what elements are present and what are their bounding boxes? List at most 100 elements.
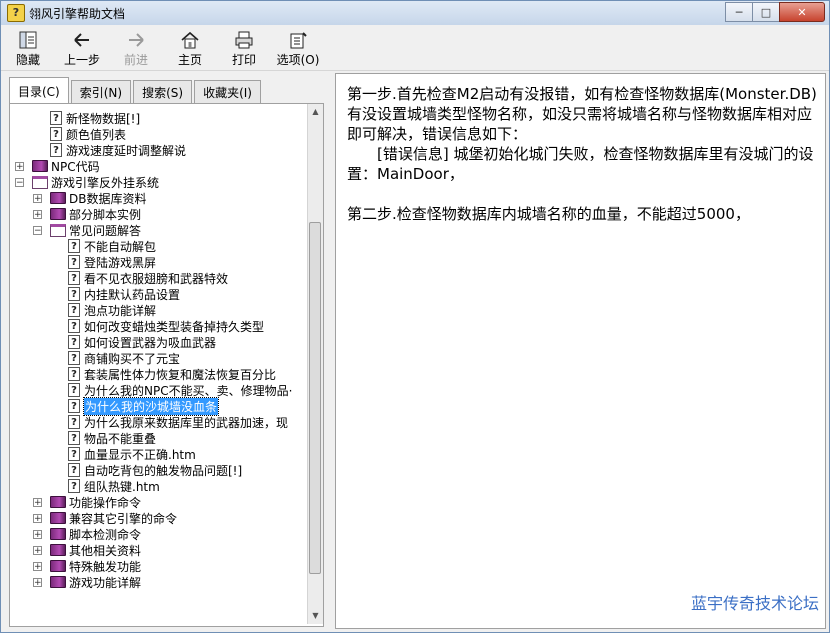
tree-item-label: 血量显示不正确.htm [84, 447, 196, 462]
scroll-up-icon[interactable]: ▲ [308, 104, 323, 120]
tree-item[interactable]: ? 血量显示不正确.htm [68, 446, 196, 462]
tree-item[interactable]: ? 游戏速度延时调整解说 [50, 142, 186, 158]
tree-item[interactable]: − 游戏引擎反外挂系统 [15, 174, 159, 190]
minimize-button[interactable]: ─ [725, 2, 753, 22]
close-button[interactable]: ✕ [779, 2, 825, 22]
tree-item[interactable]: ? 新怪物数据[!] [50, 110, 140, 126]
home-button[interactable]: 主页 [163, 26, 217, 70]
tree-item[interactable]: ? 颜色值列表 [50, 126, 126, 142]
closed-book-icon [50, 496, 66, 508]
collapse-icon[interactable]: − [15, 178, 24, 188]
closed-book-icon [50, 512, 66, 524]
tree-item[interactable]: ? 组队热键.htm [68, 478, 160, 494]
tree-item-label: 套装属性体力恢复和魔法恢复百分比 [84, 367, 277, 382]
tree-item[interactable]: + 部分脚本实例 [33, 206, 141, 222]
tab-favorites[interactable]: 收藏夹(I) [194, 80, 261, 103]
tree-scrollbar[interactable]: ▲ ▼ [307, 104, 323, 624]
step-one-text: 第一步.首先检查M2启动有没报错，如有检查怪物数据库(Monster.DB)有没… [347, 85, 817, 143]
expand-icon[interactable]: + [33, 514, 42, 524]
expand-icon[interactable]: + [33, 562, 42, 572]
tree-item-label: 常见问题解答 [69, 223, 142, 238]
tree-item-label: 看不见衣服翅膀和武器特效 [84, 271, 229, 286]
tree-item[interactable]: ? 如何改变蜡烛类型装备掉持久类型 [68, 318, 264, 334]
minimize-icon: ─ [735, 5, 743, 19]
tree-item[interactable]: + DB数据库资料 [33, 190, 146, 206]
topic-content: 第一步.首先检查M2启动有没报错，如有检查怪物数据库(Monster.DB)有没… [347, 84, 817, 224]
back-arrow-icon [74, 33, 89, 47]
tree-item-label: 如何改变蜡烛类型装备掉持久类型 [84, 319, 265, 334]
tab-index[interactable]: 索引(N) [70, 80, 132, 103]
tree-item-label: 如何设置武器为吸血武器 [84, 335, 217, 350]
tree-item-label: 为什么我的NPC不能买、卖、修理物品· [84, 383, 293, 398]
expand-icon[interactable]: + [33, 194, 42, 204]
help-topic-icon: ? [68, 271, 80, 285]
tree-item-label: 脚本检测命令 [69, 527, 142, 542]
tab-search[interactable]: 搜索(S) [133, 80, 193, 103]
tree-item[interactable]: + NPC代码 [15, 158, 100, 174]
forward-button[interactable]: 前进 [109, 26, 163, 70]
tree-item[interactable]: ? 不能自动解包 [68, 238, 156, 254]
help-topic-icon: ? [68, 335, 80, 349]
tree-item[interactable]: + 其他相关资料 [33, 542, 141, 558]
close-icon: ✕ [797, 5, 807, 19]
expand-icon[interactable]: + [33, 210, 42, 220]
tab-contents[interactable]: 目录(C) [9, 77, 69, 104]
hide-icon [19, 31, 37, 49]
maximize-button[interactable]: □ [752, 2, 780, 22]
tree-item[interactable]: − 常见问题解答 [33, 222, 142, 238]
tree-item[interactable]: ? 泡点功能详解 [68, 302, 156, 318]
print-button[interactable]: 打印 [217, 26, 271, 70]
tree-item[interactable]: ? 内挂默认药品设置 [68, 286, 180, 302]
help-topic-icon: ? [50, 111, 62, 125]
expand-icon[interactable]: + [33, 578, 42, 588]
tree-item[interactable]: + 特殊触发功能 [33, 558, 141, 574]
tree-item-label: 不能自动解包 [84, 239, 157, 254]
expand-icon[interactable]: + [33, 530, 42, 540]
tree-item-label: 颜色值列表 [66, 127, 127, 142]
tree-item[interactable]: ? 为什么我的沙城墙没血条 [68, 396, 220, 416]
help-topic-icon: ? [68, 447, 80, 461]
tree-item[interactable]: + 兼容其它引擎的命令 [33, 510, 177, 526]
tree-item[interactable]: ? 商铺购买不了元宝 [68, 350, 180, 366]
help-topic-icon: ? [68, 351, 80, 365]
collapse-icon[interactable]: − [33, 226, 42, 236]
tree-item[interactable]: ? 为什么我的NPC不能买、卖、修理物品· [68, 382, 292, 398]
help-topic-icon: ? [68, 255, 80, 269]
expand-icon[interactable]: + [15, 162, 24, 172]
tree-item[interactable]: ? 为什么我原来数据库里的武器加速，现 [68, 414, 288, 430]
options-icon [290, 32, 307, 49]
printer-icon [235, 31, 253, 49]
scroll-down-icon[interactable]: ▼ [308, 608, 323, 624]
tree-item[interactable]: + 功能操作命令 [33, 494, 142, 510]
tree-item[interactable]: ? 物品不能重叠 [68, 430, 156, 446]
tree-item[interactable]: + 脚本检测命令 [33, 526, 142, 542]
scroll-thumb[interactable] [309, 222, 321, 574]
tree-item[interactable]: ? 登陆游戏黑屏 [68, 254, 156, 270]
tree-item[interactable]: ? 如何设置武器为吸血武器 [68, 334, 216, 350]
forward-label: 前进 [123, 53, 148, 67]
hide-button[interactable]: 隐藏 [1, 26, 55, 70]
closed-book-icon [32, 160, 48, 172]
navigation-pane: 目录(C) 索引(N) 搜索(S) 收藏夹(I) ? 新怪物数据[!]? 颜色值列表… [7, 73, 330, 629]
closed-book-icon [50, 208, 66, 220]
help-icon: ? [7, 4, 25, 22]
help-topic-icon: ? [68, 399, 80, 413]
hide-label: 隐藏 [15, 53, 40, 67]
error-info-text: [错误信息] 城堡初始化城门失败，检查怪物数据库里有没城门的设置：MainDoo… [347, 145, 814, 183]
tree-item[interactable]: ? 看不见衣服翅膀和武器特效 [68, 270, 228, 286]
help-topic-icon: ? [50, 127, 62, 141]
tree-item-label: 功能操作命令 [69, 495, 142, 510]
tree-item-label: 内挂默认药品设置 [84, 287, 181, 302]
closed-book-icon [50, 528, 66, 540]
options-label: 选项(O) [276, 53, 320, 67]
back-button[interactable]: 上一步 [55, 26, 109, 70]
expand-icon[interactable]: + [33, 498, 42, 508]
tree-item[interactable]: + 游戏功能详解 [33, 574, 141, 590]
tree-item-label: 商铺购买不了元宝 [84, 351, 181, 366]
step-two-text: 第二步.检查怪物数据库内城墙名称的血量，不能超过5000， [347, 205, 750, 223]
tree-item[interactable]: ? 自动吃背包的触发物品问题[!] [68, 462, 242, 478]
options-button[interactable]: 选项(O) [271, 26, 325, 70]
tree-item[interactable]: ? 套装属性体力恢复和魔法恢复百分比 [68, 366, 276, 382]
help-topic-icon: ? [50, 143, 62, 157]
expand-icon[interactable]: + [33, 546, 42, 556]
